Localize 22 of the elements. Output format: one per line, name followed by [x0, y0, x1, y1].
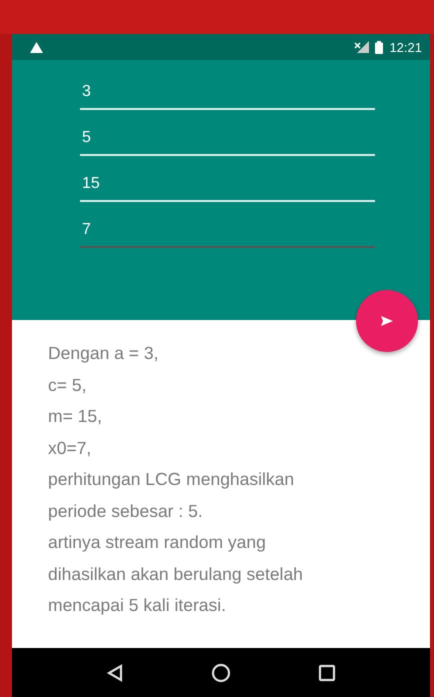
input-field[interactable]: 15: [80, 168, 375, 202]
result-text-line: perhitungan LCG menghasilkan: [48, 468, 296, 491]
input-field[interactable]: 3: [80, 76, 375, 110]
result-text-line: c= 5,: [48, 374, 88, 396]
home-icon[interactable]: [210, 662, 231, 682]
signal-icon: [353, 41, 370, 53]
result-text-line: m= 15,: [48, 405, 103, 428]
send-icon: [381, 316, 393, 326]
back-icon[interactable]: [106, 664, 124, 682]
result-text-line: Dengan a = 3,: [48, 342, 160, 365]
result-text-line: periode sebesar : 5.: [48, 500, 204, 523]
warning-icon: [30, 42, 43, 52]
result-text-line: artinya stream random yang: [48, 531, 267, 554]
result-text-line: x0=7,: [48, 436, 92, 460]
send-button[interactable]: [356, 290, 418, 352]
battery-icon: [375, 40, 384, 54]
input-field[interactable]: 5: [80, 122, 375, 156]
clock-time: 12:21: [389, 40, 422, 54]
result-text-line: dihasilkan akan berulang setelah: [48, 562, 304, 586]
result-text-line: mencapai 5 kali iterasi.: [48, 594, 227, 617]
recents-icon[interactable]: [318, 664, 336, 682]
input-field[interactable]: 7: [80, 214, 375, 248]
